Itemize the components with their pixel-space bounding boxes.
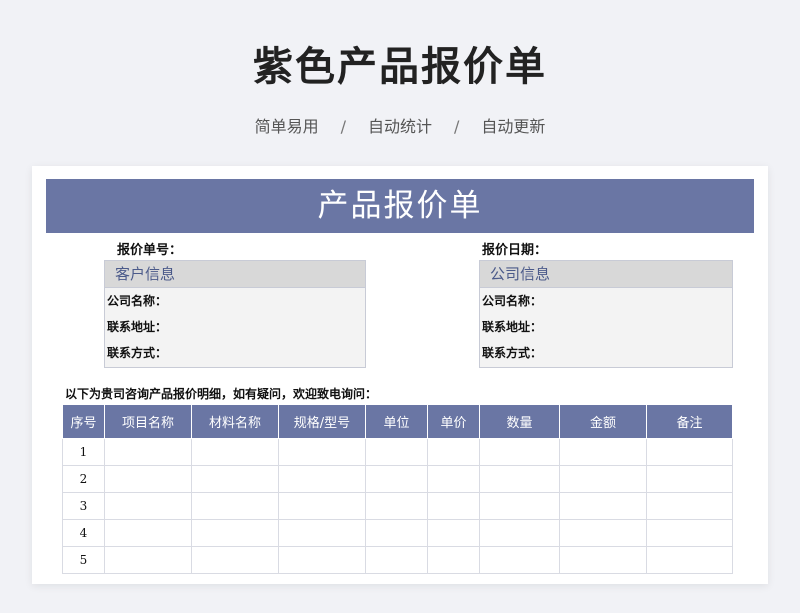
row-index: 2	[62, 465, 105, 493]
table-cell[interactable]	[278, 438, 366, 466]
table-row: 1	[62, 438, 733, 466]
company-info-title: 公司信息	[480, 261, 732, 288]
customer-info-box: 客户信息 公司名称： 联系地址： 联系方式：	[104, 260, 366, 368]
table-cell[interactable]	[365, 492, 428, 520]
table-cell[interactable]	[278, 465, 366, 493]
feature-tag: 自动更新	[481, 117, 546, 136]
company-name-field[interactable]: 公司名称：	[480, 288, 732, 314]
table-cell[interactable]	[365, 465, 428, 493]
col-header-index: 序号	[62, 404, 105, 439]
table-cell[interactable]	[559, 465, 647, 493]
table-cell[interactable]	[427, 492, 480, 520]
table-cell[interactable]	[479, 546, 560, 574]
table-cell[interactable]	[191, 465, 279, 493]
company-contact-field[interactable]: 联系方式：	[480, 340, 732, 366]
table-cell[interactable]	[278, 546, 366, 574]
table-cell[interactable]	[427, 546, 480, 574]
page-title: 紫色产品报价单	[253, 44, 547, 90]
table-cell[interactable]	[427, 465, 480, 493]
col-header-amount: 金额	[559, 404, 647, 439]
table-cell[interactable]	[646, 465, 733, 493]
table-cell[interactable]	[104, 546, 192, 574]
quote-sheet: 产品报价单 报价单号： 报价日期： 客户信息 公司名称： 联系地址： 联系方式：…	[32, 166, 768, 584]
table-cell[interactable]	[191, 519, 279, 547]
table-cell[interactable]	[559, 519, 647, 547]
table-row: 4	[62, 519, 733, 547]
table-cell[interactable]	[646, 438, 733, 466]
table-cell[interactable]	[479, 465, 560, 493]
row-index: 5	[62, 546, 105, 574]
table-cell[interactable]	[479, 519, 560, 547]
table-cell[interactable]	[559, 546, 647, 574]
table-cell[interactable]	[646, 492, 733, 520]
table-cell[interactable]	[479, 492, 560, 520]
tag-separator: /	[454, 117, 460, 136]
feature-tag: 简单易用	[254, 117, 319, 136]
table-cell[interactable]	[278, 492, 366, 520]
table-cell[interactable]	[365, 519, 428, 547]
col-header-unit: 单位	[365, 404, 428, 439]
customer-info-title: 客户信息	[105, 261, 365, 288]
customer-address-field[interactable]: 联系地址：	[105, 314, 365, 340]
table-cell[interactable]	[646, 546, 733, 574]
quote-number-label: 报价单号：	[117, 243, 183, 258]
quote-items-table: 序号 项目名称 材料名称 规格/型号 单位 单价 数量 金额 备注 1 2 3	[62, 404, 733, 574]
company-address-field[interactable]: 联系地址：	[480, 314, 732, 340]
table-row: 2	[62, 465, 733, 493]
table-cell[interactable]	[427, 519, 480, 547]
table-row: 5	[62, 546, 733, 574]
table-cell[interactable]	[278, 519, 366, 547]
table-cell[interactable]	[365, 438, 428, 466]
table-cell[interactable]	[365, 546, 428, 574]
col-header-item-name: 项目名称	[104, 404, 192, 439]
table-cell[interactable]	[427, 438, 480, 466]
sheet-banner-title: 产品报价单	[46, 179, 754, 233]
col-header-spec: 规格/型号	[278, 404, 366, 439]
col-header-remark: 备注	[646, 404, 733, 439]
table-cell[interactable]	[191, 492, 279, 520]
quote-note: 以下为贵司咨询产品报价明细，如有疑问，欢迎致电询问：	[65, 387, 378, 401]
table-cell[interactable]	[559, 438, 647, 466]
table-cell[interactable]	[191, 546, 279, 574]
table-cell[interactable]	[104, 492, 192, 520]
col-header-quantity: 数量	[479, 404, 560, 439]
col-header-material: 材料名称	[191, 404, 279, 439]
table-cell[interactable]	[559, 492, 647, 520]
row-index: 1	[62, 438, 105, 466]
feature-tags: 简单易用 / 自动统计 / 自动更新	[0, 113, 800, 137]
table-cell[interactable]	[646, 519, 733, 547]
company-info-box: 公司信息 公司名称： 联系地址： 联系方式：	[479, 260, 733, 368]
table-cell[interactable]	[104, 438, 192, 466]
feature-tag: 自动统计	[367, 117, 432, 136]
col-header-unit-price: 单价	[427, 404, 480, 439]
table-cell[interactable]	[191, 438, 279, 466]
table-cell[interactable]	[104, 519, 192, 547]
row-index: 3	[62, 492, 105, 520]
quote-date-label: 报价日期：	[482, 243, 548, 258]
row-index: 4	[62, 519, 105, 547]
table-cell[interactable]	[104, 465, 192, 493]
customer-contact-field[interactable]: 联系方式：	[105, 340, 365, 366]
table-row: 3	[62, 492, 733, 520]
table-cell[interactable]	[479, 438, 560, 466]
tag-separator: /	[340, 117, 346, 136]
table-header-row: 序号 项目名称 材料名称 规格/型号 单位 单价 数量 金额 备注	[62, 404, 733, 439]
customer-company-name-field[interactable]: 公司名称：	[105, 288, 365, 314]
